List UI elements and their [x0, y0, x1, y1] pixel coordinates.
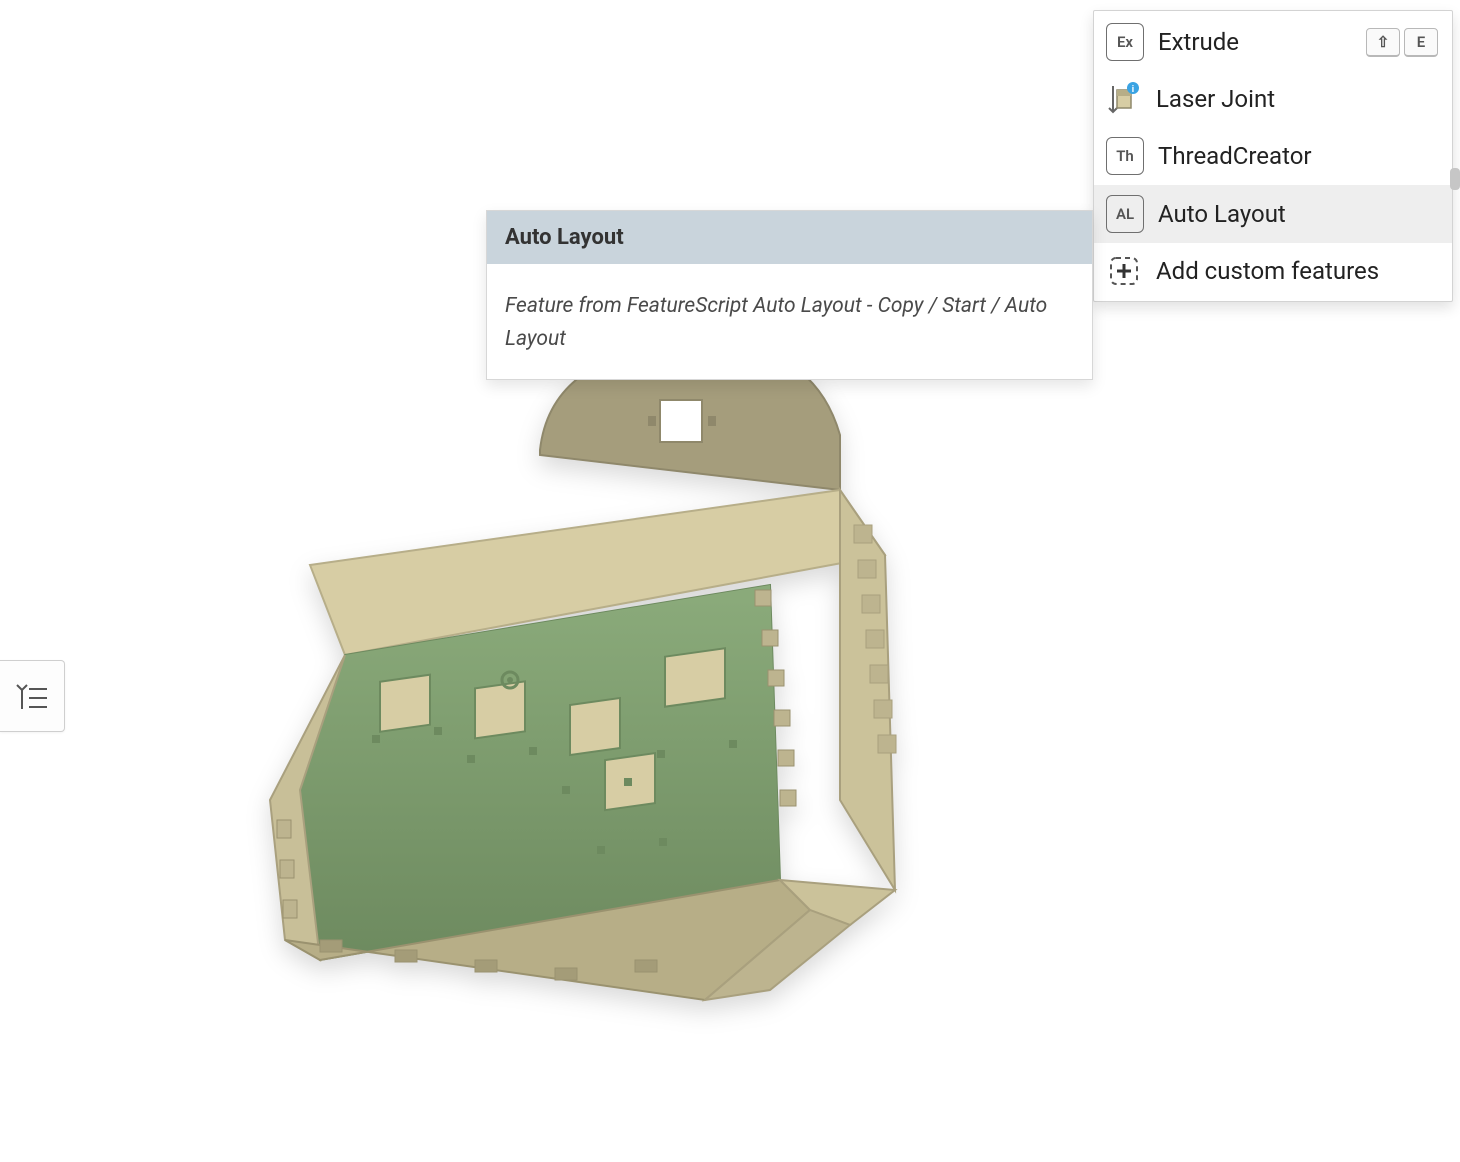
menu-item-label: ThreadCreator	[1158, 142, 1438, 170]
auto-layout-icon: AL	[1106, 195, 1144, 233]
feature-list-toggle[interactable]	[0, 660, 65, 732]
svg-text:i: i	[1132, 85, 1134, 95]
tooltip-title: Auto Layout	[487, 211, 1092, 264]
menu-item-label: Laser Joint	[1156, 85, 1438, 113]
list-icon	[15, 681, 49, 711]
menu-item-laser-joint[interactable]: i Laser Joint	[1094, 71, 1452, 127]
menu-item-label: Add custom features	[1156, 257, 1438, 285]
menu-item-add-custom-features[interactable]: Add custom features	[1094, 243, 1452, 299]
cad-model	[250, 320, 1020, 1020]
laser-joint-icon: i	[1106, 81, 1142, 117]
tooltip-body: Feature from FeatureScript Auto Layout -…	[487, 264, 1092, 379]
key-e: E	[1404, 28, 1438, 57]
menu-item-label: Extrude	[1158, 28, 1352, 56]
menu-item-threadcreator[interactable]: Th ThreadCreator	[1094, 127, 1452, 185]
threadcreator-icon: Th	[1106, 137, 1144, 175]
key-shift: ⇧	[1366, 28, 1400, 57]
scrollbar-thumb[interactable]	[1450, 168, 1460, 190]
menu-item-label: Auto Layout	[1158, 200, 1438, 228]
feature-dropdown-menu: Ex Extrude ⇧ E i Laser Joint Th ThreadCr…	[1093, 10, 1453, 302]
extrude-icon: Ex	[1106, 23, 1144, 61]
menu-item-auto-layout[interactable]: AL Auto Layout	[1094, 185, 1452, 243]
feature-tooltip: Auto Layout Feature from FeatureScript A…	[486, 210, 1093, 380]
add-custom-icon	[1106, 253, 1142, 289]
menu-item-shortcut: ⇧ E	[1366, 28, 1438, 57]
menu-item-extrude[interactable]: Ex Extrude ⇧ E	[1094, 13, 1452, 71]
